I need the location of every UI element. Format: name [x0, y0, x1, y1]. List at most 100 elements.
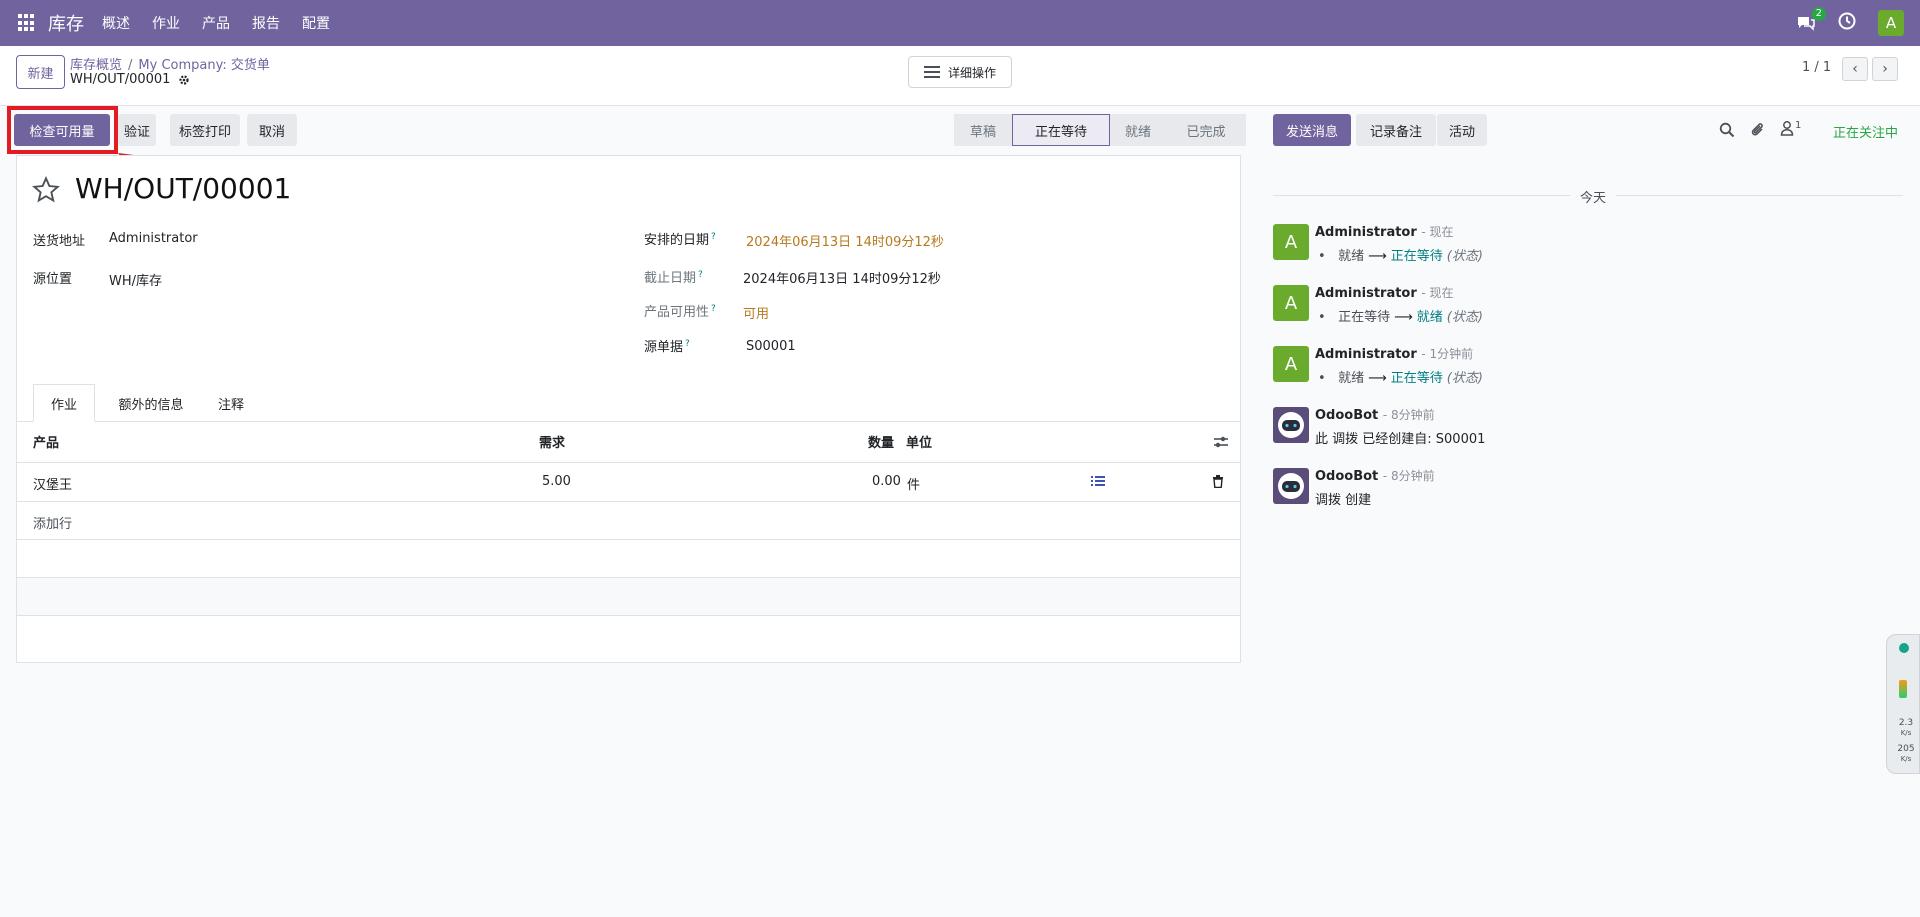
breadcrumb-inventory-overview[interactable]: 库存概览: [70, 58, 122, 73]
validate-button[interactable]: 验证: [118, 114, 156, 146]
log-note-button[interactable]: 记录备注: [1356, 114, 1436, 146]
delivery-address-field[interactable]: Administrator: [109, 231, 198, 246]
tab-operations[interactable]: 作业: [33, 384, 95, 422]
app-name[interactable]: 库存: [48, 10, 84, 36]
stage-draft[interactable]: 草稿: [954, 114, 1012, 146]
messages-badge: 2: [1811, 7, 1826, 21]
search-icon[interactable]: [1719, 122, 1735, 138]
record-name-text: WH/OUT/00001: [70, 72, 171, 87]
user-icon: [1780, 121, 1794, 136]
hamburger-icon: [923, 66, 940, 78]
stage-ready[interactable]: 就绪: [1110, 114, 1166, 146]
table-divider: [16, 615, 1241, 616]
tab-additional-info[interactable]: 额外的信息: [104, 384, 198, 422]
menu-operations[interactable]: 作业: [152, 13, 180, 33]
optional-columns-icon[interactable]: [1213, 435, 1229, 449]
scheduled-date-field[interactable]: 2024年06月13日 14时09分12秒: [746, 231, 944, 250]
paperclip-icon[interactable]: [1750, 122, 1766, 138]
message-author-name[interactable]: Administrator: [1315, 347, 1417, 362]
upload-unit: K/s: [1900, 729, 1912, 737]
message-author: OdooBot - 8分钟前: [1315, 406, 1435, 423]
message-author-name[interactable]: Administrator: [1315, 225, 1417, 240]
deadline-field: 2024年06月13日 14时09分12秒: [743, 272, 941, 287]
source-document-label-text: 源单据: [644, 340, 684, 355]
menu-configuration[interactable]: 配置: [302, 13, 330, 33]
source-location-field[interactable]: WH/库存: [109, 270, 162, 289]
help-icon[interactable]: ?: [711, 304, 716, 314]
following-button[interactable]: 正在关注中: [1833, 122, 1898, 141]
activity-clock-icon[interactable]: [1838, 12, 1856, 34]
table-row-quantity[interactable]: 0.00: [872, 474, 901, 489]
tab-note[interactable]: 注释: [209, 384, 253, 422]
network-speed-widget[interactable]: 2.3 K/s 205 K/s: [1886, 634, 1920, 774]
star-icon[interactable]: [32, 176, 60, 204]
pager-next-button[interactable]: ›: [1872, 57, 1898, 81]
tracking-old-value: 正在等待: [1338, 310, 1391, 325]
gear-icon[interactable]: [178, 74, 190, 86]
tracking-field: (状态): [1446, 249, 1483, 264]
column-header-quantity[interactable]: 数量: [868, 432, 894, 451]
message-author: Administrator - 1分钟前: [1315, 345, 1473, 362]
avatar[interactable]: A: [1273, 285, 1309, 321]
column-header-uom[interactable]: 单位: [906, 432, 932, 451]
record-name: WH/OUT/00001: [70, 72, 190, 87]
avatar[interactable]: A: [1273, 346, 1309, 382]
odoobot-avatar[interactable]: [1273, 407, 1309, 443]
top-navbar: 库存 概述 作业 产品 报告 配置 2 A: [0, 0, 1920, 46]
actions-button[interactable]: 详细操作: [908, 56, 1012, 88]
menu-reporting[interactable]: 报告: [252, 13, 280, 33]
stage-done[interactable]: 已完成: [1166, 114, 1246, 146]
new-button[interactable]: 新建: [16, 55, 65, 89]
arrow-right-icon: ⟶: [1368, 371, 1387, 386]
cancel-button[interactable]: 取消: [247, 114, 297, 146]
message-author: Administrator - 现在: [1315, 223, 1453, 240]
table-row-uom[interactable]: 件: [907, 474, 920, 493]
message-time: - 现在: [1421, 225, 1454, 239]
deadline-label: 截止日期?: [644, 267, 703, 286]
control-panel: 新建 库存概览 / My Company: 交货单 WH/OUT/00001 详细操…: [0, 46, 1920, 106]
apps-menu-icon[interactable]: [18, 14, 36, 32]
message-author-name[interactable]: OdooBot: [1315, 408, 1378, 423]
add-line-link[interactable]: 添加行: [33, 513, 72, 532]
download-unit: K/s: [1900, 755, 1912, 763]
table-row-product[interactable]: 汉堡王: [33, 474, 72, 493]
scheduled-date-label: 安排的日期?: [644, 229, 716, 248]
pager-value[interactable]: 1 / 1: [1802, 60, 1831, 75]
message-body: 调拨 创建: [1315, 493, 1372, 508]
odoobot-avatar[interactable]: [1273, 468, 1309, 504]
message-author: Administrator - 现在: [1315, 284, 1453, 301]
tracking-value: • 就绪 ⟶ 正在等待 (状态): [1318, 249, 1483, 264]
message-author-name[interactable]: OdooBot: [1315, 469, 1378, 484]
message-time: - 1分钟前: [1421, 347, 1474, 361]
column-header-product[interactable]: 产品: [33, 432, 59, 451]
table-divider: [16, 462, 1241, 463]
breadcrumb-delivery-orders[interactable]: My Company: 交货单: [138, 58, 269, 73]
menu-products[interactable]: 产品: [202, 13, 230, 33]
help-icon[interactable]: ?: [685, 339, 690, 349]
message-time: - 8分钟前: [1382, 469, 1435, 483]
user-avatar[interactable]: A: [1878, 10, 1904, 36]
menu-overview[interactable]: 概述: [102, 13, 130, 33]
details-list-icon[interactable]: [1091, 475, 1105, 487]
form-tabs: 作业 额外的信息 注释: [16, 384, 1241, 422]
source-document-field[interactable]: S00001: [746, 339, 796, 354]
print-labels-button[interactable]: 标签打印: [170, 114, 240, 146]
stage-waiting[interactable]: 正在等待: [1012, 114, 1110, 146]
availability-label: 产品可用性?: [644, 301, 716, 320]
followers-button[interactable]: 1: [1780, 120, 1801, 136]
table-row-demand[interactable]: 5.00: [542, 474, 571, 489]
upload-speed: 2.3: [1898, 718, 1914, 728]
send-message-button[interactable]: 发送消息: [1273, 114, 1351, 146]
activity-button[interactable]: 活动: [1437, 114, 1487, 146]
trash-icon[interactable]: [1212, 475, 1224, 488]
help-icon[interactable]: ?: [698, 270, 703, 280]
help-icon[interactable]: ?: [711, 232, 716, 242]
column-header-demand[interactable]: 需求: [539, 432, 565, 451]
followers-count: 1: [1795, 120, 1802, 131]
avatar[interactable]: A: [1273, 224, 1309, 260]
pager-previous-button[interactable]: ‹: [1842, 57, 1868, 81]
message-author-name[interactable]: Administrator: [1315, 286, 1417, 301]
highlight-box: [7, 106, 118, 154]
tracking-old-value: 就绪: [1338, 249, 1365, 264]
messages-icon[interactable]: 2: [1796, 7, 1826, 31]
